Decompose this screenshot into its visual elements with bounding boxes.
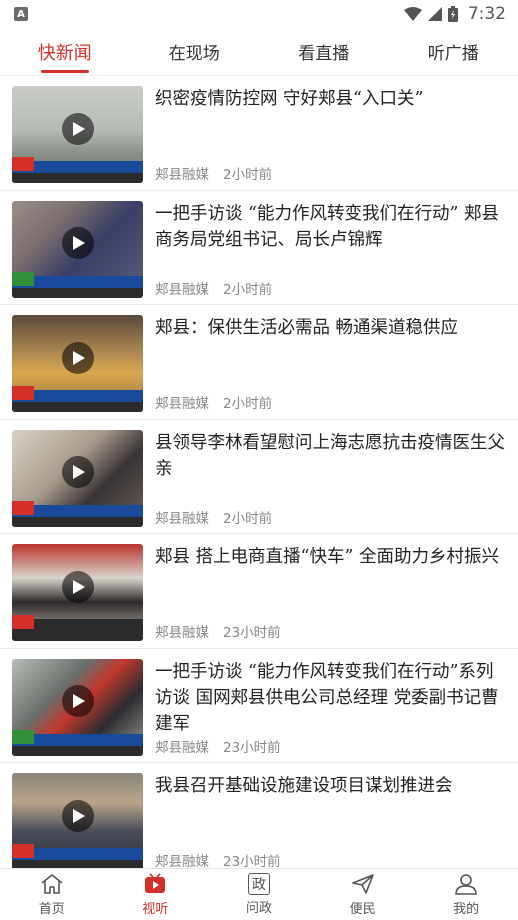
news-item[interactable]: 郏县：保供生活必需品 畅通渠道稳供应 郏县融媒 2小时前	[0, 305, 518, 420]
nav-label: 我的	[453, 902, 480, 917]
play-icon[interactable]	[61, 341, 94, 374]
nav-label: 首页	[38, 902, 65, 917]
news-thumbnail[interactable]	[12, 86, 143, 183]
news-source: 郏县融媒	[155, 396, 209, 412]
send-icon	[351, 872, 375, 896]
news-thumbnail[interactable]	[12, 658, 143, 756]
news-meta: 郏县融媒 2小时前	[155, 278, 272, 298]
news-item[interactable]: 县领导李林看望慰问上海志愿抗击疫情医生父亲 郏县融媒 2小时前	[0, 420, 518, 534]
news-meta: 郏县融媒 23小时前	[155, 850, 281, 868]
tab-ting-guangbo[interactable]: 听广播	[389, 28, 518, 75]
news-time: 2小时前	[223, 396, 273, 412]
zheng-icon: 政	[247, 873, 270, 895]
news-title[interactable]: 一把手访谈 “能力作风转变我们在行动” 郏县商务局党组书记、局长卢锦辉	[155, 201, 506, 253]
news-item[interactable]: 一把手访谈 “能力作风转变我们在行动” 郏县商务局党组书记、局长卢锦辉 郏县融媒…	[0, 191, 518, 305]
tab-kan-zhibo[interactable]: 看直播	[259, 28, 389, 75]
nav-mine[interactable]: 我的	[414, 869, 518, 920]
play-icon[interactable]	[61, 112, 94, 145]
news-source: 郏县融媒	[155, 281, 209, 298]
video-icon	[143, 872, 167, 896]
news-thumbnail[interactable]	[12, 429, 143, 527]
clock: 7:32	[467, 4, 506, 24]
news-title[interactable]: 郏县：保供生活必需品 畅通渠道稳供应	[155, 315, 506, 341]
news-meta: 郏县融媒 23小时前	[155, 621, 281, 641]
news-item[interactable]: 郏县 搭上电商直播“快车” 全面助力乡村振兴 郏县融媒 23小时前	[0, 534, 518, 649]
tab-zai-xianchang[interactable]: 在现场	[130, 28, 260, 75]
news-title[interactable]: 县领导李林看望慰问上海志愿抗击疫情医生父亲	[155, 430, 506, 482]
news-time: 2小时前	[223, 510, 273, 527]
nav-bianmin[interactable]: 便民	[311, 869, 415, 920]
top-tab-bar: 快新闻 在现场 看直播 听广播	[0, 28, 518, 76]
news-meta: 郏县融媒 2小时前	[155, 507, 272, 527]
nav-label: 视听	[142, 902, 169, 917]
news-meta: 郏县融媒 2小时前	[155, 392, 272, 412]
news-title[interactable]: 郏县 搭上电商直播“快车” 全面助力乡村振兴	[155, 544, 506, 570]
nav-video[interactable]: 视听	[104, 869, 208, 920]
wifi-icon	[403, 7, 422, 21]
news-item[interactable]: 我县召开基础设施建设项目谋划推进会 郏县融媒 23小时前	[0, 763, 518, 868]
home-icon	[40, 872, 64, 896]
news-time: 23小时前	[223, 625, 281, 641]
signal-icon	[427, 7, 442, 21]
news-source: 郏县融媒	[155, 625, 209, 641]
news-source: 郏县融媒	[155, 854, 209, 868]
nav-home[interactable]: 首页	[0, 869, 104, 920]
user-icon	[454, 872, 478, 896]
news-meta: 郏县融媒 2小时前	[155, 163, 272, 183]
status-bar: A 7:32	[0, 0, 518, 28]
news-thumbnail[interactable]	[12, 315, 143, 412]
news-item[interactable]: 一把手访谈 “能力作风转变我们在行动”系列访谈 国网郏县供电公司总经理 党委副书…	[0, 649, 518, 763]
play-icon[interactable]	[61, 570, 94, 603]
news-source: 郏县融媒	[155, 510, 209, 527]
play-icon[interactable]	[61, 685, 94, 718]
play-icon[interactable]	[61, 456, 94, 489]
news-time: 23小时前	[223, 739, 281, 756]
news-meta: 郏县融媒 23小时前	[155, 736, 281, 756]
nav-label: 问政	[245, 901, 272, 916]
play-icon[interactable]	[61, 227, 94, 260]
news-time: 2小时前	[223, 281, 273, 298]
status-indicators: 7:32	[403, 4, 506, 24]
nav-label: 便民	[349, 902, 376, 917]
notification-badge-icon: A	[14, 7, 28, 21]
bottom-nav: 首页 视听 政 问政 便民 我的	[0, 868, 518, 920]
news-time: 23小时前	[223, 854, 281, 868]
news-thumbnail[interactable]	[12, 200, 143, 298]
news-title[interactable]: 织密疫情防控网 守好郏县“入口关”	[155, 86, 506, 112]
news-title[interactable]: 我县召开基础设施建设项目谋划推进会	[155, 773, 506, 799]
battery-icon	[447, 6, 458, 22]
news-thumbnail[interactable]	[12, 773, 143, 868]
news-time: 2小时前	[223, 167, 273, 183]
play-icon[interactable]	[61, 799, 94, 832]
news-list: 织密疫情防控网 守好郏县“入口关” 郏县融媒 2小时前 一把手访谈 “能力作风转…	[0, 76, 518, 868]
news-thumbnail[interactable]	[12, 544, 143, 641]
tab-kuai-xinwen[interactable]: 快新闻	[0, 28, 130, 75]
nav-wenzheng[interactable]: 政 问政	[207, 869, 311, 920]
news-source: 郏县融媒	[155, 167, 209, 183]
news-title[interactable]: 一把手访谈 “能力作风转变我们在行动”系列访谈 国网郏县供电公司总经理 党委副书…	[155, 659, 506, 737]
news-item[interactable]: 织密疫情防控网 守好郏县“入口关” 郏县融媒 2小时前	[0, 76, 518, 191]
news-source: 郏县融媒	[155, 739, 209, 756]
